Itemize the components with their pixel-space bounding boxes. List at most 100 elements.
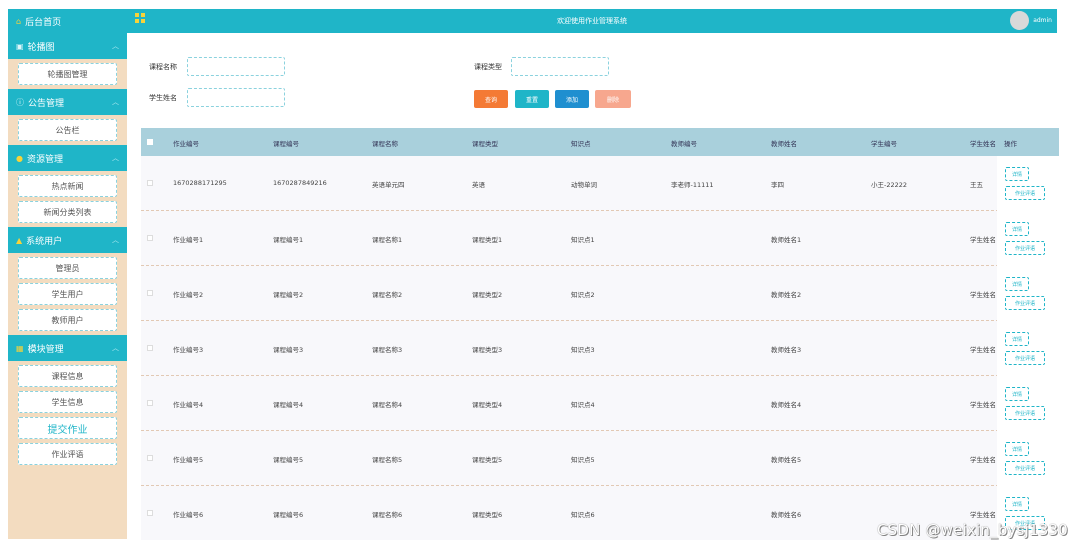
row-checkbox[interactable] (147, 235, 153, 241)
chevron-up-icon[interactable]: ︿ (112, 235, 119, 245)
table-row: 作业编号5 课程编号5 课程名称5 课程类型5 知识点5 教师姓名5 学生姓名 详情 作业评语 (141, 431, 1059, 486)
column-header: 课程名称 (372, 140, 398, 148)
column-header: 学生编号 (871, 140, 897, 148)
review-button[interactable]: 作业评语 (1005, 406, 1045, 420)
table-row: 作业编号2 课程编号2 课程名称2 课程类型2 知识点2 教师姓名2 学生姓名 详情 作业评语 (141, 266, 1059, 321)
review-button[interactable]: 作业评语 (1005, 461, 1045, 475)
sidebar-item[interactable]: 公告栏 (18, 119, 117, 141)
review-button[interactable]: 作业评语 (1005, 351, 1045, 365)
sidebar-group-4[interactable]: ▦ 模块管理 ︿ (8, 335, 127, 361)
sidebar-group-2[interactable]: ● 资源管理 ︿ (8, 145, 127, 171)
row-checkbox[interactable] (147, 345, 153, 351)
table-cell: 学生姓名 (970, 511, 996, 519)
review-button[interactable]: 作业评语 (1005, 186, 1045, 200)
row-checkbox[interactable] (147, 400, 153, 406)
select-all-checkbox[interactable] (147, 139, 153, 145)
table-cell: 教师姓名4 (771, 401, 802, 409)
student-name-input[interactable] (187, 88, 285, 107)
table-cell: 李老师-11111 (671, 181, 714, 189)
table-cell: 课程名称3 (372, 346, 403, 354)
row-checkbox[interactable] (147, 290, 153, 296)
location-icon: ● (16, 153, 23, 163)
detail-button[interactable]: 详情 (1005, 222, 1029, 236)
chevron-up-icon[interactable]: ︿ (112, 343, 119, 353)
sidebar-item[interactable]: 新闻分类列表 (18, 201, 117, 223)
table-cell: 课程类型1 (472, 236, 503, 244)
table-cell: 动物单词 (571, 181, 597, 189)
chevron-up-icon[interactable]: ︿ (112, 153, 119, 163)
column-header: 课程类型 (472, 140, 498, 148)
username[interactable]: admin (1033, 17, 1052, 24)
detail-button[interactable]: 详情 (1005, 387, 1029, 401)
sidebar-item[interactable]: 管理员 (18, 257, 117, 279)
sidebar-group-1[interactable]: ⓘ 公告管理 ︿ (8, 89, 127, 115)
table-row: 1670288171295 1670287849216 英语单元四 英语 动物单词 李老师… (141, 156, 1059, 211)
sidebar-item[interactable]: 热点新闻 (18, 175, 117, 197)
course-type-input[interactable] (511, 57, 609, 76)
table-cell: 教师姓名6 (771, 511, 802, 519)
row-actions: 详情 作业评语 (997, 321, 1059, 376)
watermark: CSDN @weixin_bysj1330 (876, 521, 1068, 539)
home-icon: ⌂ (16, 16, 22, 26)
reset-button[interactable]: 重置 (515, 90, 549, 108)
review-button[interactable]: 作业评语 (1005, 296, 1045, 310)
sidebar-group-3[interactable]: ▲ 系统用户 ︿ (8, 227, 127, 253)
chevron-up-icon[interactable]: ︿ (112, 97, 119, 107)
avatar[interactable] (1010, 11, 1029, 30)
detail-button[interactable]: 详情 (1005, 442, 1029, 456)
course-name-input[interactable] (187, 57, 285, 76)
sidebar-item[interactable]: 学生信息 (18, 391, 117, 413)
table-cell: 李四 (771, 181, 784, 189)
table-cell: 知识点4 (571, 401, 595, 409)
delete-button[interactable]: 删除 (595, 90, 631, 108)
review-button[interactable]: 作业评语 (1005, 241, 1045, 255)
table-cell: 学生姓名 (970, 291, 996, 299)
table-row: 作业编号4 课程编号4 课程名称4 课程类型4 知识点4 教师姓名4 学生姓名 详情 作业评语 (141, 376, 1059, 431)
table-cell: 学生姓名 (970, 456, 996, 464)
table-row: 作业编号3 课程编号3 课程名称3 课程类型3 知识点3 教师姓名3 学生姓名 详情 作业评语 (141, 321, 1059, 376)
sidebar-group-label: 系统用户 (26, 236, 63, 247)
add-button[interactable]: 添加 (555, 90, 589, 108)
grid-icon: ▦ (16, 343, 24, 353)
sidebar-group-label: 模块管理 (27, 344, 64, 355)
sidebar-group-0[interactable]: ▣ 轮播图 ︿ (8, 33, 127, 59)
table-cell: 1670288171295 (173, 179, 227, 187)
table-cell: 1670287849216 (273, 179, 327, 187)
sidebar-item[interactable]: 课程信息 (18, 365, 117, 387)
table-cell: 课程编号2 (273, 291, 304, 299)
table-cell: 学生姓名 (970, 236, 996, 244)
table-cell: 课程编号6 (273, 511, 304, 519)
user-icon: ▲ (16, 235, 23, 245)
table-header: 作业编号 课程编号 课程名称 课程类型 知识点 教师编号 教师姓名 学生编号 学生姓名 操作 (141, 128, 1059, 156)
table-cell: 知识点3 (571, 346, 595, 354)
chevron-up-icon[interactable]: ︿ (112, 41, 119, 51)
table-cell: 课程类型2 (472, 291, 503, 299)
row-checkbox[interactable] (147, 455, 153, 461)
sidebar-item-home[interactable]: ⌂ 后台首页 (8, 9, 127, 33)
row-checkbox[interactable] (147, 510, 153, 516)
detail-button[interactable]: 详情 (1005, 277, 1029, 291)
sidebar-group-label: 轮播图 (27, 42, 55, 53)
sidebar-item[interactable]: 轮播图管理 (18, 63, 117, 85)
row-actions: 详情 作业评语 (997, 431, 1059, 486)
table-cell: 课程编号4 (273, 401, 304, 409)
sidebar-item[interactable]: 教师用户 (18, 309, 117, 331)
top-bar: 欢迎使用作业管理系统 admin (127, 9, 1057, 33)
row-checkbox[interactable] (147, 180, 153, 186)
table-cell: 小王-22222 (871, 181, 908, 189)
sidebar-item[interactable]: 学生用户 (18, 283, 117, 305)
table-cell: 课程类型5 (472, 456, 503, 464)
query-button[interactable]: 查询 (474, 90, 508, 108)
detail-button[interactable]: 详情 (1005, 332, 1029, 346)
table-cell: 课程名称4 (372, 401, 403, 409)
table-cell: 学生姓名 (970, 346, 996, 354)
course-name-label: 课程名称 (149, 63, 177, 71)
detail-button[interactable]: 详情 (1005, 497, 1029, 511)
table-cell: 王五 (970, 181, 983, 189)
detail-button[interactable]: 详情 (1005, 167, 1029, 181)
sidebar-item[interactable]: 提交作业 (18, 417, 117, 439)
table-cell: 教师姓名1 (771, 236, 802, 244)
table-cell: 课程类型3 (472, 346, 503, 354)
column-header: 学生姓名 (970, 140, 996, 148)
sidebar-item[interactable]: 作业评语 (18, 443, 117, 465)
